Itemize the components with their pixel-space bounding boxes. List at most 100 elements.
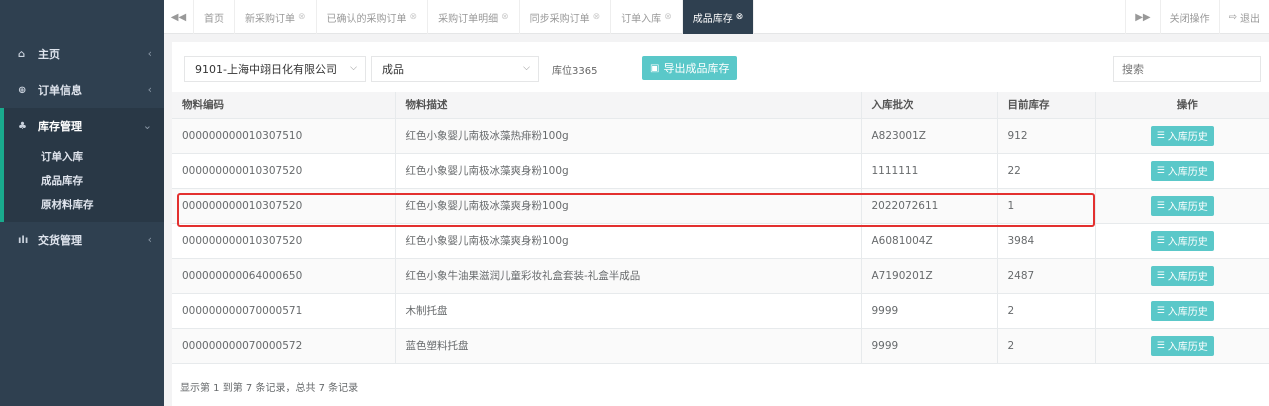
tab-finished-stock[interactable]: 成品库存 ⊗: [682, 0, 755, 34]
table-row[interactable]: 000000000070000572 蓝色塑料托盘 9999 2 ☰ 入库历史: [172, 328, 1269, 364]
sidebar-item-label: 库存管理: [38, 120, 82, 133]
home-icon: ⌂: [18, 48, 26, 60]
table-row[interactable]: 000000000010307510 红色小象婴儿南极冰藻热痱粉100g A8230…: [172, 118, 1269, 154]
logout-icon: ⇨: [1228, 11, 1237, 23]
cell-material-desc: 红色小象婴儿南极冰藻爽身粉100g: [395, 223, 862, 259]
tab-purchase-order-details[interactable]: 采购订单明细 ⊗: [428, 0, 520, 34]
chevron-left-icon: ‹: [147, 233, 152, 246]
chevron-down-icon: ⌵: [523, 63, 530, 73]
cell-material-code: 000000000010307520: [172, 223, 396, 259]
sidebar-item-delivery[interactable]: ılı 交货管理 ‹: [0, 222, 164, 258]
inbound-history-button[interactable]: ☰ 入库历史: [1150, 300, 1214, 321]
tab-label: 新采购订单: [245, 13, 295, 25]
type-select-value: 成品: [382, 63, 404, 76]
export-label: 导出成品库存: [663, 62, 730, 75]
inbound-history-button[interactable]: ☰ 入库历史: [1150, 125, 1214, 146]
cell-current-stock: 3984: [997, 223, 1096, 259]
inbound-history-button[interactable]: ☰ 入库历史: [1150, 230, 1214, 251]
close-icon[interactable]: ⊗: [501, 12, 509, 22]
table-row[interactable]: 000000000010307520 红色小象婴儿南极冰藻爽身粉100g A6081…: [172, 223, 1269, 259]
type-select[interactable]: 成品 ⌵: [371, 56, 539, 82]
cell-current-stock: 912: [997, 118, 1096, 154]
inbound-history-button[interactable]: ☰ 入库历史: [1150, 160, 1214, 181]
tab-order-inbound[interactable]: 订单入库 ⊗: [611, 0, 683, 34]
tab-sync-purchase-order[interactable]: 同步采购订单 ⊗: [520, 0, 612, 34]
cell-actions: ☰ 入库历史: [1095, 118, 1269, 154]
tab-label: 已确认的采购订单: [326, 13, 407, 25]
cell-batch: 1111111: [861, 153, 998, 189]
close-icon[interactable]: ⊗: [298, 12, 306, 22]
cell-actions: ☰ 入库历史: [1095, 188, 1269, 224]
close-icon[interactable]: ⊗: [593, 12, 601, 22]
nav-group-home: ⌂ 主页 ‹: [0, 36, 164, 72]
double-chevron-left-icon: ◀◀: [170, 11, 187, 23]
cell-material-desc: 红色小象婴儿南极冰藻热痱粉100g: [395, 118, 862, 154]
sidebar-subitem-raw-material-stock[interactable]: 原材料库存: [4, 192, 164, 216]
table-row[interactable]: 000000000010307520 红色小象婴儿南极冰藻爽身粉100g 11111…: [172, 153, 1269, 189]
company-select-value: 9101-上海中翊日化有限公司: [195, 63, 337, 76]
sidebar-item-inventory[interactable]: ♣ 库存管理 ⌄: [4, 108, 164, 144]
tab-label: 同步采购订单: [529, 13, 590, 25]
close-icon[interactable]: ⊗: [410, 12, 418, 22]
chevron-left-icon: ‹: [147, 83, 152, 96]
logout-label: 退出: [1240, 13, 1260, 25]
cell-actions: ☰ 入库历史: [1095, 223, 1269, 259]
main-content: 9101-上海中翊日化有限公司 ⌵ 成品 ⌵ 库位3365 ▣ 导出成品库存 物…: [164, 34, 1269, 406]
cell-material-desc: 蓝色塑料托盘: [395, 328, 862, 364]
sidebar-item-label: 主页: [38, 48, 60, 61]
company-select[interactable]: 9101-上海中翊日化有限公司 ⌵: [184, 56, 366, 82]
cell-batch: 2022072611: [861, 188, 998, 224]
sidebar-item-order-info[interactable]: ⊕ 订单信息 ‹: [0, 72, 164, 108]
tab-label: 首页: [204, 13, 224, 25]
cell-batch: A6081004Z: [861, 223, 998, 259]
stock-table: 物料编码 物料描述 入库批次 目前库存 操作 00000000001030751…: [172, 92, 1269, 364]
table-row[interactable]: 000000000010307520 红色小象婴儿南极冰藻爽身粉100g 20220…: [172, 188, 1269, 224]
close-icon[interactable]: ⊗: [736, 12, 744, 22]
table-body: 000000000010307510 红色小象婴儿南极冰藻热痱粉100g A8230…: [172, 118, 1269, 364]
cell-actions: ☰ 入库历史: [1095, 258, 1269, 294]
sidebar-item-label: 交货管理: [38, 234, 82, 247]
list-icon: ☰: [1156, 200, 1165, 211]
tab-bar-actions: ▶▶ 关闭操作 ⇨ 退出: [1125, 0, 1269, 34]
tab-home[interactable]: 首页: [194, 0, 235, 34]
inbound-history-label: 入库历史: [1167, 167, 1208, 178]
sidebar-item-label: 订单信息: [38, 84, 82, 97]
cell-material-desc: 红色小象婴儿南极冰藻爽身粉100g: [395, 188, 862, 224]
inbound-history-button[interactable]: ☰ 入库历史: [1150, 195, 1214, 216]
close-icon[interactable]: ⊗: [664, 12, 672, 22]
search-input[interactable]: [1113, 56, 1261, 82]
inbound-history-button[interactable]: ☰ 入库历史: [1150, 265, 1214, 286]
column-header-material-desc[interactable]: 物料描述: [395, 92, 862, 119]
sidebar-subitem-finished-stock[interactable]: 成品库存: [4, 168, 164, 192]
column-header-batch[interactable]: 入库批次: [861, 92, 998, 119]
inbound-history-label: 入库历史: [1167, 202, 1208, 213]
tab-scroll-left-button[interactable]: ◀◀: [164, 0, 194, 34]
inbound-history-button[interactable]: ☰ 入库历史: [1150, 335, 1214, 356]
cell-batch: A7190201Z: [861, 258, 998, 294]
tab-bar: ◀◀ 首页 新采购订单 ⊗ 已确认的采购订单 ⊗ 采购订单明细 ⊗ 同步采购订单…: [164, 0, 1269, 34]
close-operations-button[interactable]: 关闭操作: [1159, 0, 1219, 34]
cell-current-stock: 2487: [997, 258, 1096, 294]
double-chevron-right-icon: ▶▶: [1135, 11, 1151, 23]
column-header-material-code[interactable]: 物料编码: [172, 92, 396, 119]
inventory-icon: ♣: [18, 120, 27, 132]
inbound-history-label: 入库历史: [1167, 342, 1208, 353]
column-header-current-stock[interactable]: 目前库存: [997, 92, 1096, 119]
table-row[interactable]: 000000000064000650 红色小象牛油果滋润儿童彩妆礼盒套装-礼盒半成…: [172, 258, 1269, 294]
sidebar-subitem-order-inbound[interactable]: 订单入库: [4, 144, 164, 168]
tab-confirmed-purchase-order[interactable]: 已确认的采购订单 ⊗: [317, 0, 429, 34]
list-icon: ☰: [1156, 235, 1165, 246]
list-icon: ☰: [1156, 130, 1165, 141]
tab-scroll-right-button[interactable]: ▶▶: [1125, 0, 1159, 34]
cell-actions: ☰ 入库历史: [1095, 293, 1269, 329]
chevron-down-icon: ⌄: [142, 119, 152, 132]
tab-new-purchase-order[interactable]: 新采购订单 ⊗: [235, 0, 317, 34]
table-row[interactable]: 000000000070000571 木制托盘 9999 2 ☰ 入库历史: [172, 293, 1269, 329]
export-file-icon: ▣: [650, 62, 660, 74]
export-stock-button[interactable]: ▣ 导出成品库存: [642, 56, 738, 80]
cell-material-code: 000000000070000572: [172, 328, 396, 364]
logout-button[interactable]: ⇨ 退出: [1218, 0, 1269, 34]
cell-current-stock: 2: [997, 328, 1096, 364]
sidebar-item-home[interactable]: ⌂ 主页 ‹: [0, 36, 164, 72]
list-icon: ☰: [1156, 165, 1165, 176]
